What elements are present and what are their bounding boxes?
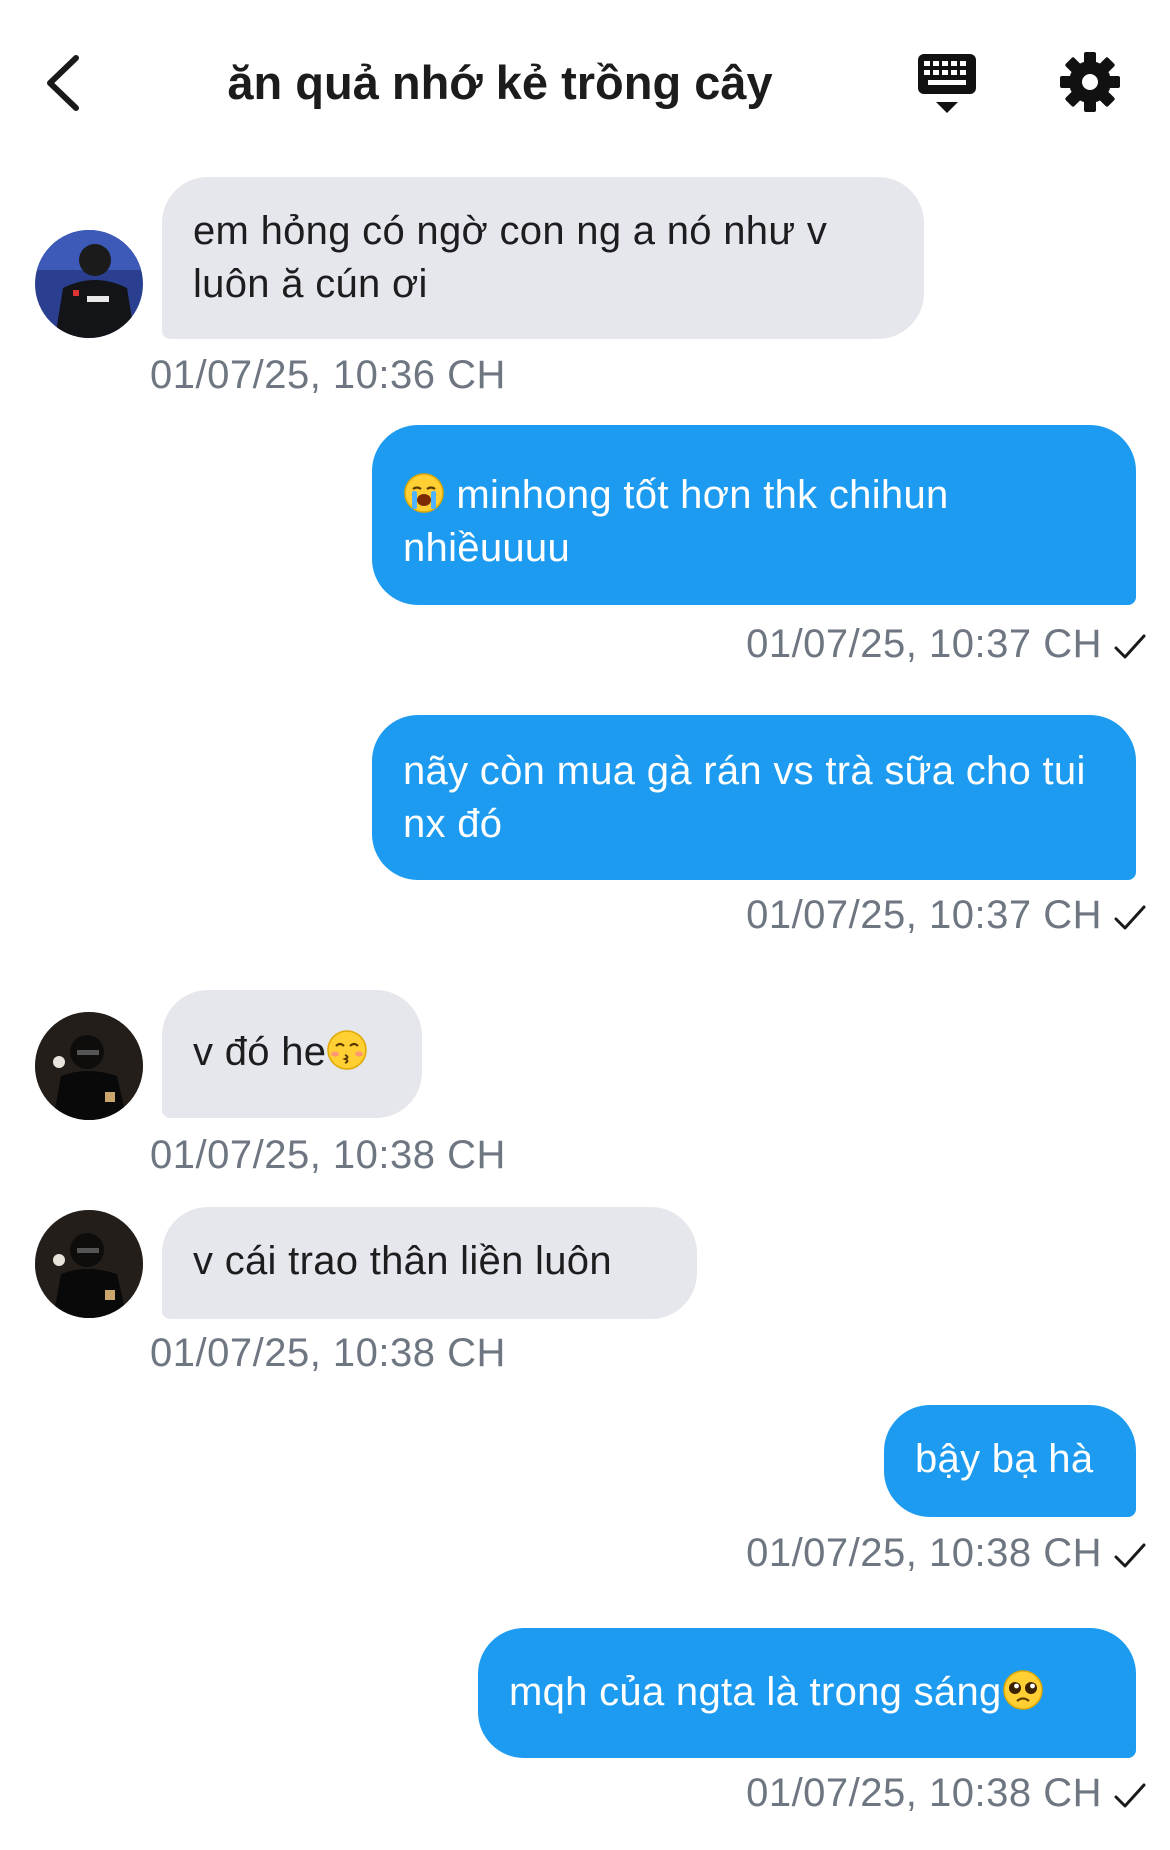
- pleading-face-icon: [1002, 1670, 1043, 1710]
- sent-check-icon: [1114, 905, 1146, 930]
- message-text: minhong tốt hơn thk chihun nhiềuuuu: [403, 473, 949, 570]
- avatar[interactable]: [35, 1210, 143, 1318]
- message-timestamp: 01/07/25, 10:37 CH: [746, 893, 1102, 937]
- settings-button[interactable]: [1058, 50, 1122, 114]
- avatar-photo: [35, 230, 143, 338]
- gear-icon: [1060, 52, 1120, 112]
- message-text: v cái trao thân liền luôn: [193, 1239, 612, 1283]
- sent-check-icon: [1114, 634, 1146, 659]
- avatar[interactable]: [35, 1012, 143, 1120]
- message-bubble-outgoing[interactable]: mqh của ngta là trong sáng: [478, 1628, 1136, 1758]
- message-timestamp: 01/07/25, 10:38 CH: [746, 1531, 1102, 1575]
- message-bubble-outgoing[interactable]: bậy bạ hà: [884, 1405, 1136, 1517]
- back-button[interactable]: [40, 48, 100, 118]
- sent-check-icon: [1114, 1543, 1146, 1568]
- keyboard-button[interactable]: [912, 50, 982, 120]
- message-bubble-incoming[interactable]: v đó he: [162, 990, 422, 1118]
- loudly-crying-face-icon: [404, 473, 444, 513]
- message-timestamp: 01/07/25, 10:38 CH: [150, 1133, 506, 1177]
- chat-header: ăn quả nhớ kẻ trồng cây: [0, 0, 1170, 150]
- message-text: v đó he: [193, 1030, 327, 1074]
- sent-check-icon: [1114, 1783, 1146, 1808]
- avatar[interactable]: [35, 230, 143, 338]
- keyboard-icon: [918, 54, 976, 113]
- chat-title: ăn quả nhớ kẻ trồng cây: [227, 56, 773, 109]
- kissing-face-icon: [327, 1030, 368, 1070]
- chevron-left-icon: [47, 55, 79, 111]
- message-bubble-incoming[interactable]: v cái trao thân liền luôn: [162, 1207, 697, 1319]
- message-timestamp: 01/07/25, 10:37 CH: [746, 622, 1102, 666]
- avatar-photo: [35, 1210, 143, 1318]
- message-text: em hỏng có ngờ con ng a nó như v luôn ă …: [193, 209, 828, 306]
- message-text: bậy bạ hà: [915, 1437, 1094, 1481]
- message-bubble-incoming[interactable]: em hỏng có ngờ con ng a nó như v luôn ă …: [162, 177, 924, 339]
- message-bubble-outgoing[interactable]: minhong tốt hơn thk chihun nhiềuuuu: [372, 425, 1136, 605]
- message-timestamp: 01/07/25, 10:36 CH: [150, 353, 506, 397]
- message-text: mqh của ngta là trong sáng: [509, 1670, 1002, 1714]
- message-bubble-outgoing[interactable]: nãy còn mua gà rán vs trà sữa cho tui nx…: [372, 715, 1136, 880]
- avatar-photo: [35, 1012, 143, 1120]
- message-timestamp: 01/07/25, 10:38 CH: [150, 1331, 506, 1375]
- message-timestamp: 01/07/25, 10:38 CH: [746, 1771, 1102, 1815]
- message-text: nãy còn mua gà rán vs trà sữa cho tui nx…: [403, 749, 1086, 846]
